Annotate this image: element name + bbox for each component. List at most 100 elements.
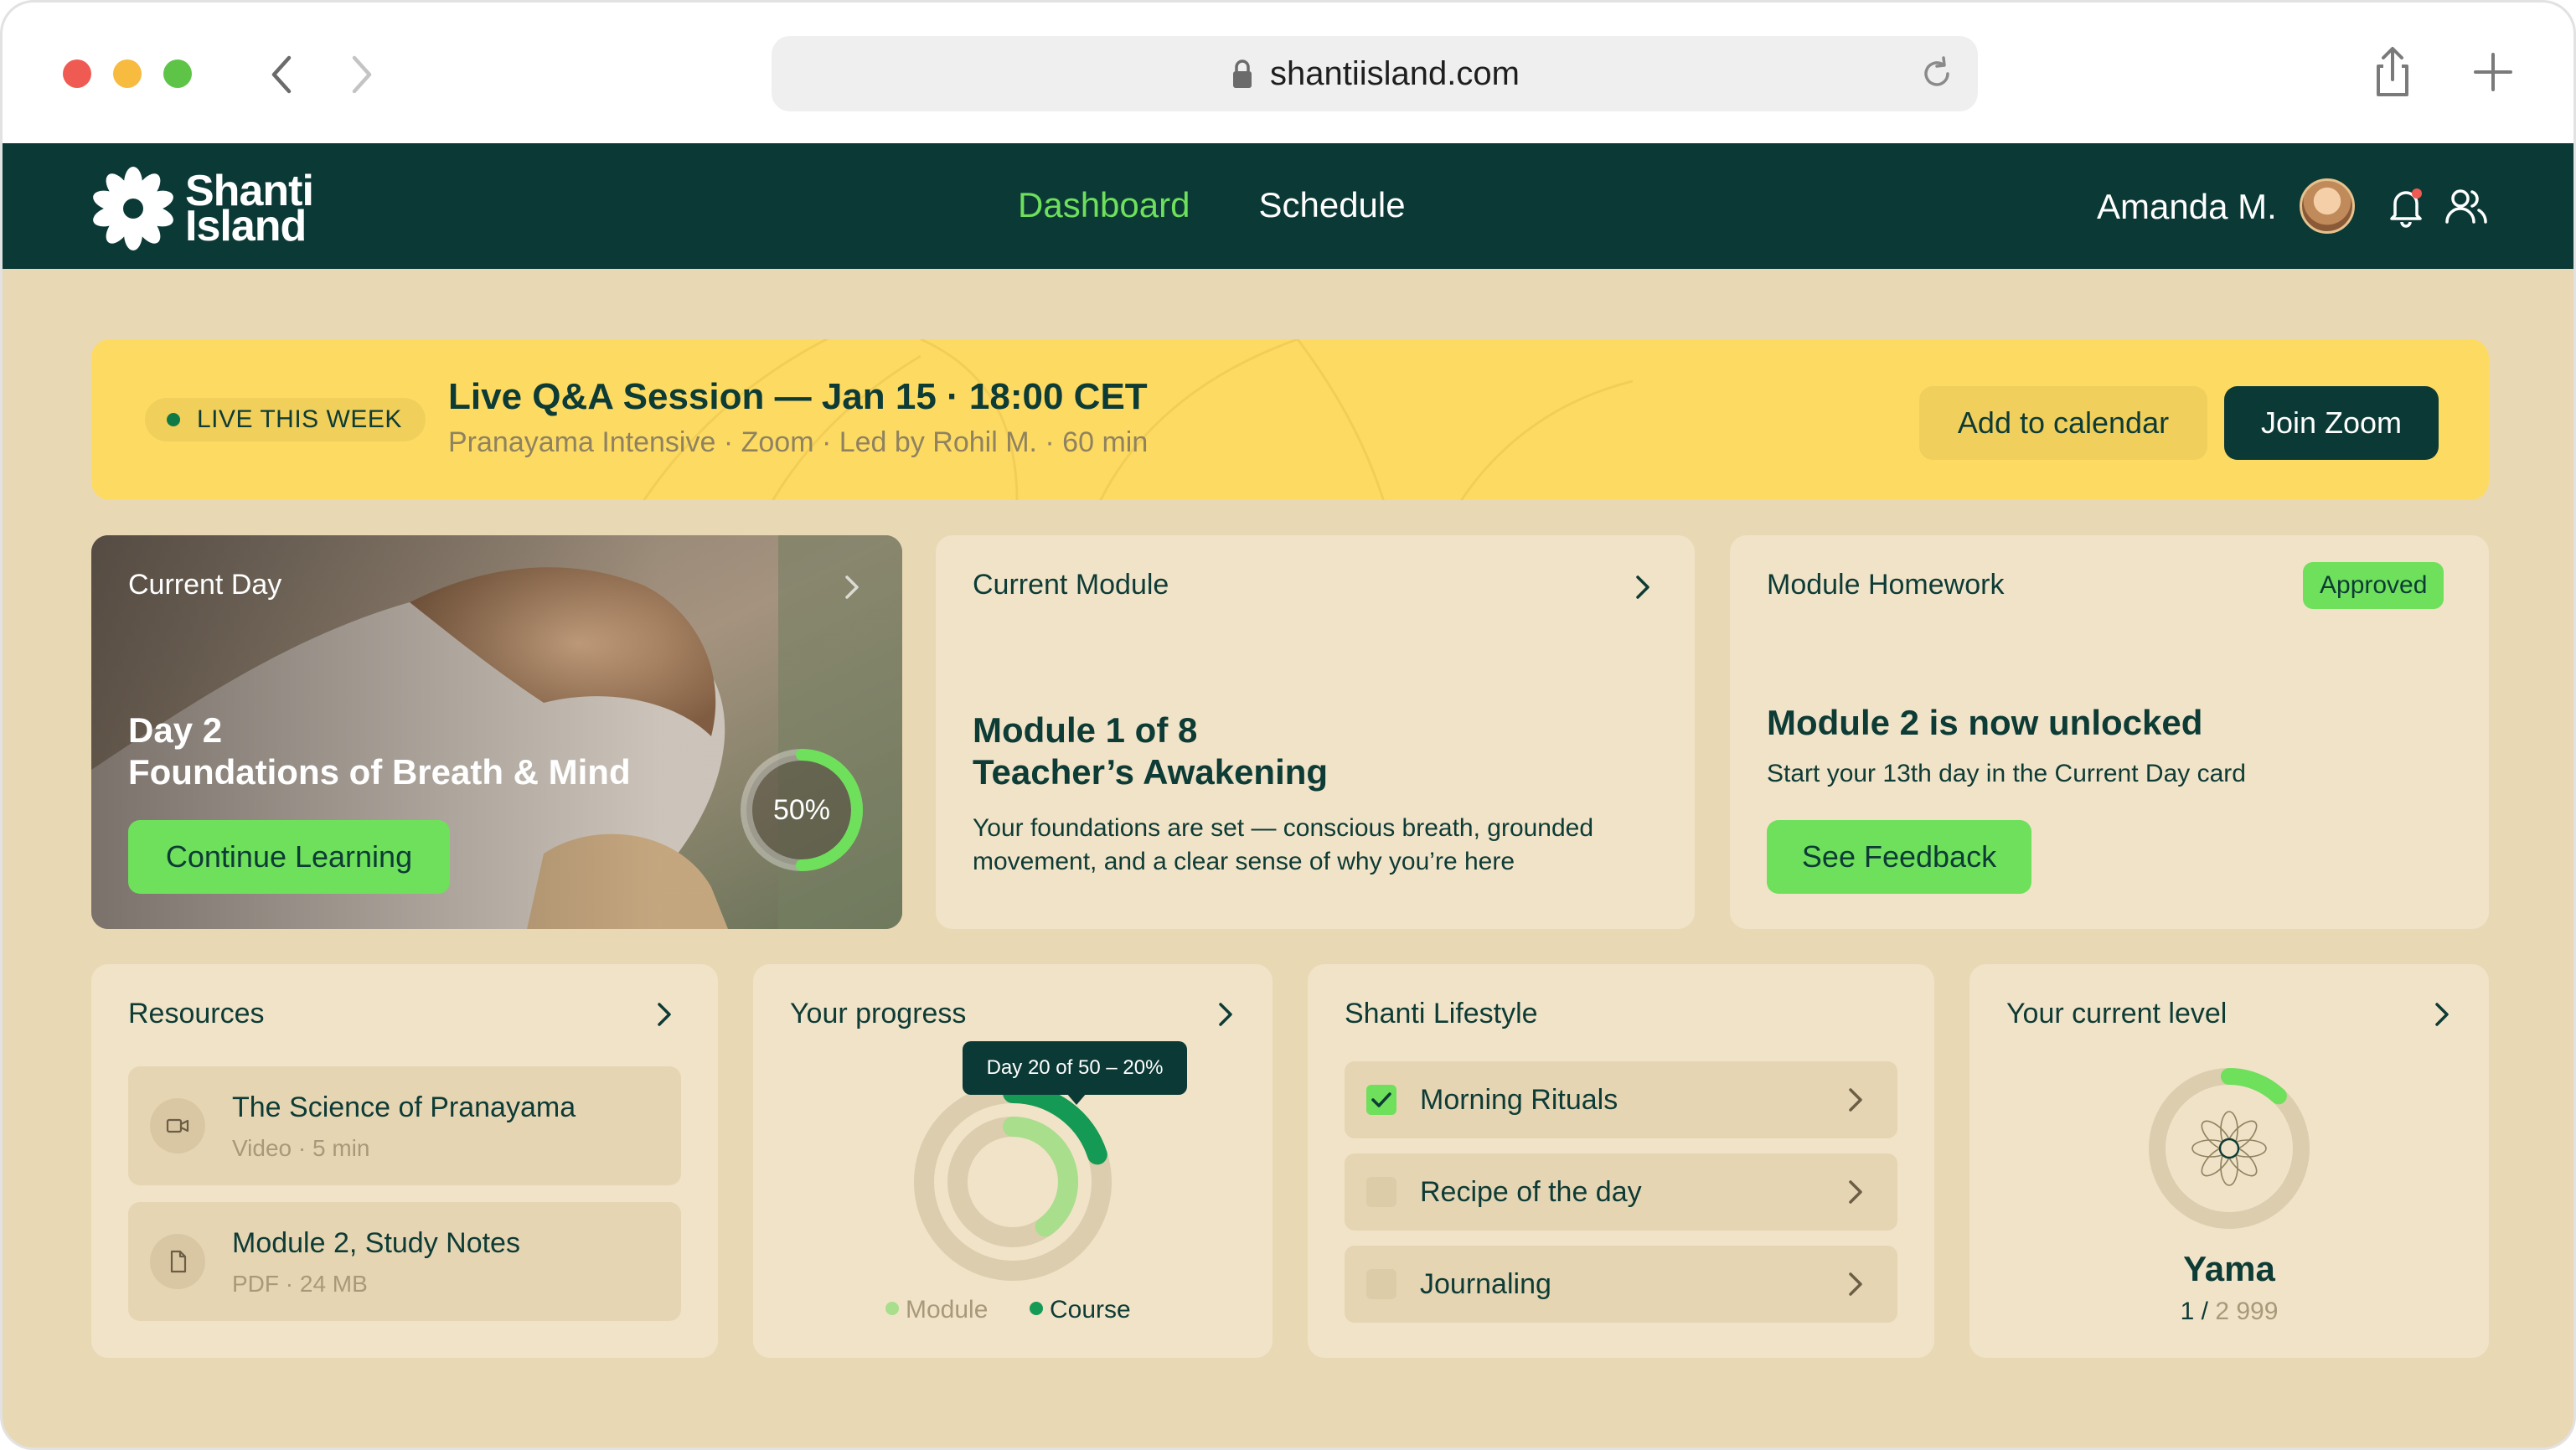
chevron-right-icon [1849, 1088, 1862, 1112]
level-total: 2 999 [2215, 1298, 2279, 1325]
logo[interactable]: Shanti Island [90, 165, 314, 252]
level-name: Yama [2183, 1249, 2275, 1288]
reload-icon[interactable] [1918, 54, 1956, 93]
module-name: Teacher’s Awakening [973, 752, 1329, 792]
level-separator: / [2194, 1298, 2216, 1325]
browser-toolbar: shantiisland.com [3, 3, 2573, 143]
module-title: Module 1 of 8 Teacher’s Awakening [973, 710, 1328, 793]
leaf-pattern-icon [643, 339, 1634, 500]
level-current: 1 [2180, 1298, 2195, 1325]
current-day-card[interactable]: Current Day Day 2 Foundations of Breath … [91, 535, 902, 929]
chevron-right-icon [1849, 1272, 1862, 1296]
current-module-card[interactable]: Current Module Module 1 of 8 Teacher’s A… [936, 535, 1695, 929]
join-zoom-button[interactable]: Join Zoom [2224, 386, 2439, 460]
current-day-title: Day 2 Foundations of Breath & Mind [128, 710, 631, 793]
close-window-button[interactable] [63, 59, 91, 88]
bell-icon[interactable] [2382, 182, 2430, 230]
user-name[interactable]: Amanda M. [2097, 187, 2277, 227]
module-description-line-2: movement, and a clear sense of why you’r… [973, 848, 1515, 875]
add-to-calendar-button[interactable]: Add to calendar [1919, 386, 2207, 460]
resource-meta: PDF · 24 MB [232, 1271, 368, 1297]
progress-card[interactable]: Your progress Day 20 of 50 – 20% Module … [753, 964, 1273, 1358]
forward-icon[interactable] [336, 49, 386, 100]
lock-icon [1233, 59, 1252, 88]
day-lesson-title: Foundations of Breath & Mind [128, 752, 631, 792]
live-badge: LIVE THIS WEEK [145, 398, 426, 441]
checkbox-unchecked[interactable] [1366, 1269, 1396, 1299]
lifestyle-item-label: Journaling [1420, 1268, 1551, 1300]
see-feedback-button[interactable]: See Feedback [1767, 820, 2031, 894]
progress-label: Your progress [790, 998, 967, 1029]
users-icon[interactable] [2442, 182, 2491, 230]
lifestyle-item-recipe[interactable]: Recipe of the day [1345, 1153, 1897, 1231]
nav-dashboard[interactable]: Dashboard [1018, 185, 1190, 225]
plus-icon[interactable] [2465, 44, 2521, 100]
maximize-window-button[interactable] [163, 59, 192, 88]
checkbox-unchecked[interactable] [1366, 1177, 1396, 1207]
browser-window: shantiisland.com Shanti Island Dashboard… [0, 0, 2576, 1450]
lifestyle-label: Shanti Lifestyle [1345, 998, 1538, 1029]
video-icon [150, 1098, 205, 1153]
level-count: 1 / 2 999 [1969, 1298, 2489, 1326]
address-bar[interactable]: shantiisland.com [772, 36, 1978, 111]
day-progress-ring: 50% [736, 745, 867, 875]
module-description: Your foundations are set — conscious bre… [973, 812, 1643, 879]
current-day-label: Current Day [128, 569, 282, 601]
module-homework-card[interactable]: Module Homework Approved Module 2 is now… [1730, 535, 2489, 929]
homework-title: Module 2 is now unlocked [1767, 703, 2203, 742]
legend-course: Course [1030, 1296, 1131, 1324]
level-label: Your current level [2006, 998, 2228, 1029]
banner-subtitle: Pranayama Intensive · Zoom · Led by Rohi… [448, 426, 1149, 458]
tooltip-tail [1066, 1093, 1087, 1105]
shanti-lifestyle-card: Shanti Lifestyle Morning Rituals Recipe … [1308, 964, 1934, 1358]
chevron-right-icon[interactable] [835, 570, 869, 604]
resource-name: The Science of Pranayama [232, 1091, 576, 1123]
chevron-right-icon[interactable] [2425, 998, 2459, 1031]
current-module-label: Current Module [973, 569, 1169, 601]
module-number: Module 1 of 8 [973, 710, 1198, 750]
back-icon[interactable] [257, 49, 307, 100]
minimize-window-button[interactable] [113, 59, 142, 88]
document-icon [150, 1234, 205, 1289]
homework-subtitle: Start your 13th day in the Current Day c… [1767, 760, 2246, 787]
level-ring [2149, 1068, 2310, 1229]
share-icon[interactable] [2365, 44, 2420, 100]
chevron-right-icon[interactable] [1209, 998, 1242, 1031]
homework-label: Module Homework [1767, 569, 2005, 601]
lifestyle-item-label: Morning Rituals [1420, 1084, 1618, 1116]
live-session-banner: LIVE THIS WEEK Live Q&A Session — Jan 15… [91, 339, 2489, 500]
checkbox-checked[interactable] [1366, 1085, 1396, 1115]
resource-name: Module 2, Study Notes [232, 1227, 520, 1259]
nav-schedule[interactable]: Schedule [1258, 185, 1405, 225]
live-dot [167, 413, 180, 426]
avatar[interactable] [2300, 178, 2355, 234]
resources-card: Resources The Science of Pranayama Video… [91, 964, 718, 1358]
day-progress-text: 50% [772, 794, 831, 826]
progress-donut [914, 1083, 1112, 1281]
logo-text: Shanti Island [185, 169, 314, 250]
chevron-right-icon [1849, 1180, 1862, 1204]
day-number: Day 2 [128, 710, 223, 750]
legend-course-label: Course [1050, 1296, 1131, 1324]
status-badge: Approved [2303, 562, 2444, 609]
list-item[interactable]: The Science of Pranayama Video · 5 min [128, 1066, 681, 1185]
live-badge-label: LIVE THIS WEEK [197, 405, 402, 433]
app-header: Shanti Island Dashboard Schedule Amanda … [3, 143, 2573, 269]
main-nav: Dashboard Schedule [1018, 185, 1406, 225]
current-level-card[interactable]: Your current level Yama 1 / 2 999 [1969, 964, 2489, 1358]
chevron-right-icon[interactable] [1626, 570, 1660, 604]
resources-label: Resources [128, 998, 265, 1029]
chevron-right-icon[interactable] [648, 998, 681, 1031]
list-item[interactable]: Module 2, Study Notes PDF · 24 MB [128, 1202, 681, 1321]
continue-learning-button[interactable]: Continue Learning [128, 820, 450, 894]
resource-meta: Video · 5 min [232, 1135, 370, 1161]
lifestyle-item-morning-rituals[interactable]: Morning Rituals [1345, 1061, 1897, 1138]
legend-module-label: Module [906, 1296, 989, 1324]
lifestyle-item-journaling[interactable]: Journaling [1345, 1246, 1897, 1323]
logo-line-2: Island [185, 202, 307, 250]
lifestyle-item-label: Recipe of the day [1420, 1176, 1642, 1208]
module-description-line-1: Your foundations are set — conscious bre… [973, 814, 1594, 842]
progress-tooltip: Day 20 of 50 – 20% [963, 1041, 1187, 1095]
url-text: shantiisland.com [1270, 54, 1520, 92]
flower-logo-icon [93, 167, 173, 250]
